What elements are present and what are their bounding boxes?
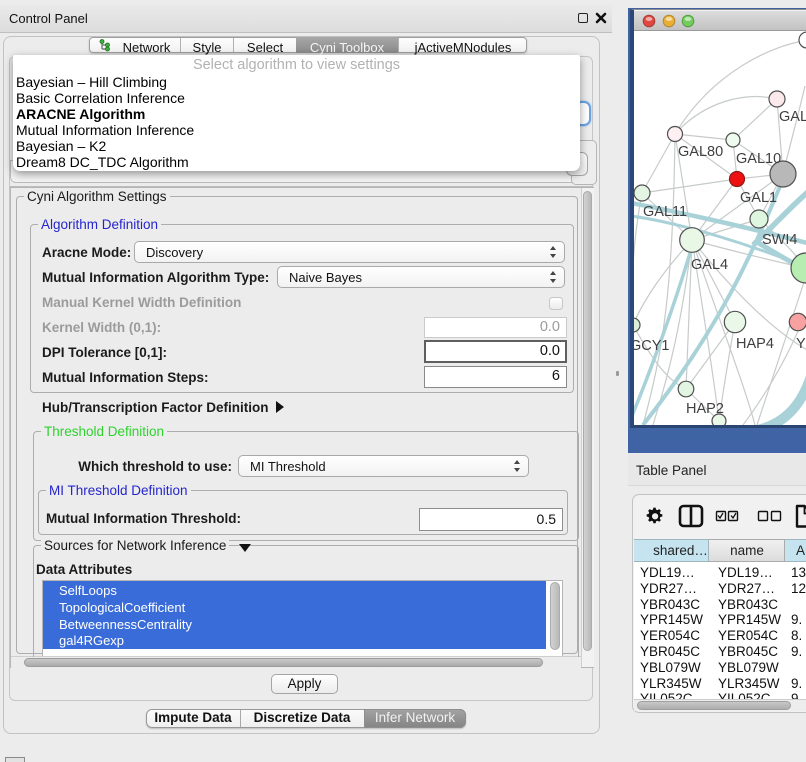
svg-text:HAP4: HAP4 <box>736 336 774 352</box>
svg-text:GAL80: GAL80 <box>678 144 723 160</box>
svg-text:GCY1: GCY1 <box>634 338 670 354</box>
svg-text:SWI4: SWI4 <box>762 232 797 248</box>
svg-text:GAL11: GAL11 <box>643 204 687 220</box>
svg-text:GAL4: GAL4 <box>691 257 728 273</box>
svg-text:GAL10: GAL10 <box>736 151 781 167</box>
svg-text:GAL2: GAL2 <box>779 109 806 125</box>
svg-text:GAL1: GAL1 <box>740 190 777 206</box>
svg-text:YEL: YEL <box>796 336 806 352</box>
svg-text:HAP2: HAP2 <box>686 401 724 417</box>
